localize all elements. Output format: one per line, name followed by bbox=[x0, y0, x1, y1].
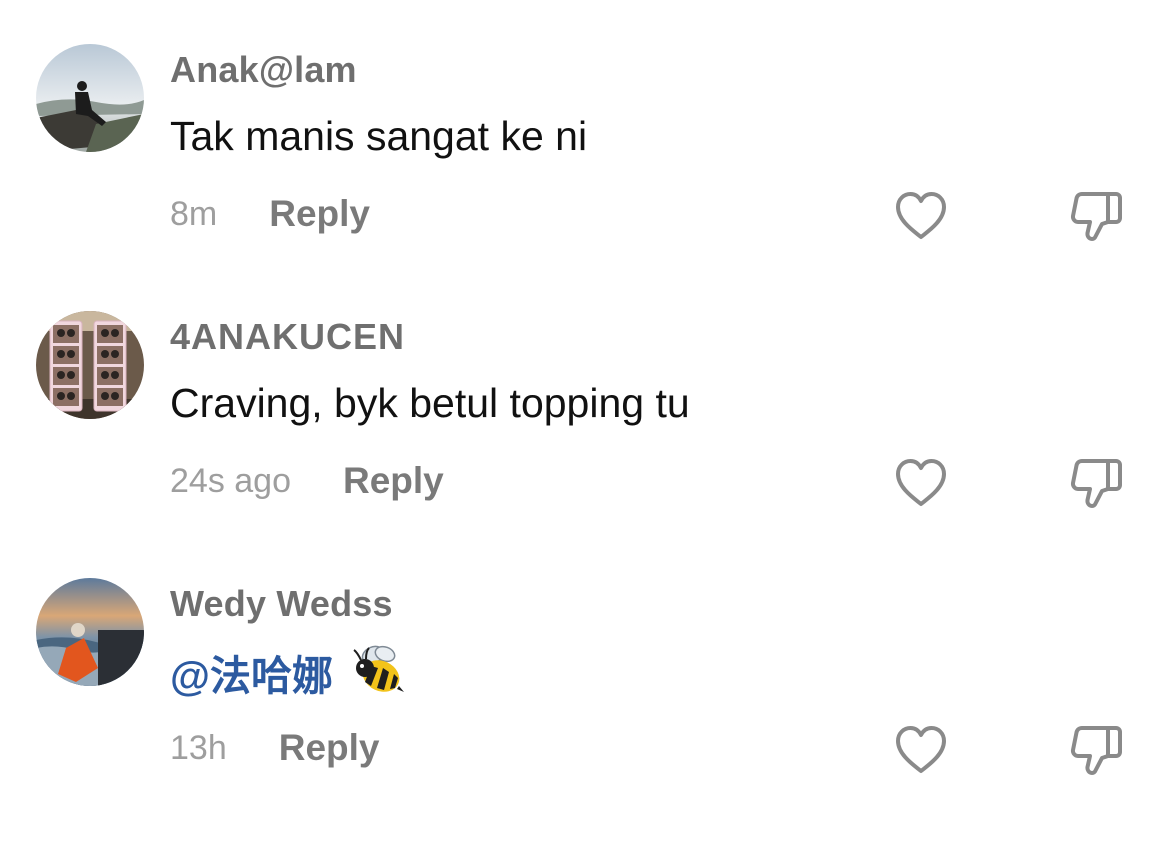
comment-text: Tak manis sangat ke ni bbox=[170, 113, 588, 159]
reply-button[interactable]: Reply bbox=[279, 727, 380, 769]
comment-timestamp: 8m bbox=[170, 194, 218, 233]
like-button[interactable] bbox=[893, 190, 949, 242]
comment-text: @法哈娜 bbox=[170, 645, 407, 712]
avatar[interactable] bbox=[36, 578, 144, 686]
reply-button[interactable]: Reply bbox=[343, 460, 444, 502]
dislike-button[interactable] bbox=[1068, 722, 1126, 780]
comment-meta: 8m Reply bbox=[170, 192, 370, 236]
comment-username[interactable]: Anak@lam bbox=[170, 50, 357, 90]
thumbs-down-outline-icon bbox=[1070, 459, 1122, 508]
like-button[interactable] bbox=[893, 457, 949, 509]
comment-item: 4ANAKUCEN Craving, byk betul topping tu … bbox=[0, 267, 1170, 517]
dislike-button[interactable] bbox=[1068, 188, 1126, 246]
comment-item: Anak@lam Tak manis sangat ke ni 8m Reply bbox=[0, 0, 1170, 250]
avatar[interactable] bbox=[36, 44, 144, 152]
avatar[interactable] bbox=[36, 311, 144, 419]
comment-timestamp: 24s ago bbox=[170, 461, 291, 500]
comment-meta: 13h Reply bbox=[170, 726, 380, 770]
dislike-button[interactable] bbox=[1068, 455, 1126, 513]
like-button[interactable] bbox=[893, 724, 949, 776]
thumbs-down-outline-icon bbox=[1070, 726, 1122, 775]
heart-outline-icon bbox=[896, 192, 946, 239]
comment-timestamp: 13h bbox=[170, 728, 227, 767]
heart-outline-icon bbox=[896, 726, 946, 773]
comment-username[interactable]: Wedy Wedss bbox=[170, 584, 393, 624]
thumbs-down-outline-icon bbox=[1070, 192, 1122, 241]
comment-meta: 24s ago Reply bbox=[170, 459, 444, 503]
comment-text: Craving, byk betul topping tu bbox=[170, 380, 690, 426]
comment-item: Wedy Wedss @法哈娜 13h Reply bbox=[0, 534, 1170, 784]
mention-link[interactable]: @法哈娜 bbox=[170, 653, 333, 699]
heart-outline-icon bbox=[896, 459, 946, 506]
comment-username[interactable]: 4ANAKUCEN bbox=[170, 317, 405, 357]
bee-emoji-icon bbox=[351, 642, 407, 708]
reply-button[interactable]: Reply bbox=[269, 193, 370, 235]
